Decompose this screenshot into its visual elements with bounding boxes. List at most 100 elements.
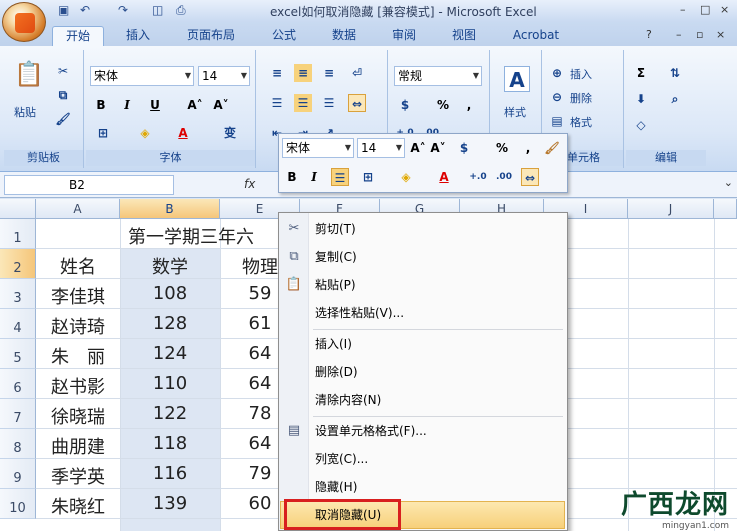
close-button[interactable]: × xyxy=(720,3,729,16)
paste-button[interactable]: 粘贴 xyxy=(14,104,36,120)
styles-icon[interactable]: A xyxy=(504,66,530,92)
mini-percent-button[interactable]: % xyxy=(493,139,511,157)
mini-bold-button[interactable]: B xyxy=(283,168,301,186)
tab-formulas[interactable]: 公式 xyxy=(264,26,304,46)
find-select-icon[interactable]: ⌕ xyxy=(666,90,684,108)
font-size-combo[interactable]: 14 ▼ xyxy=(198,66,250,86)
cell-b[interactable]: 139 xyxy=(120,493,220,514)
mini-shrink-font-icon[interactable]: A˅ xyxy=(429,139,447,157)
undo-icon[interactable]: ↶ xyxy=(80,3,90,19)
minimize-button[interactable]: – xyxy=(680,3,686,16)
tab-view[interactable]: 视图 xyxy=(444,26,484,46)
grow-font-icon[interactable]: A˄ xyxy=(186,96,204,114)
ribbon-close-button[interactable]: × xyxy=(716,28,725,41)
tab-insert[interactable]: 插入 xyxy=(118,26,158,46)
row-header[interactable]: 7 xyxy=(0,399,36,429)
align-middle-icon[interactable]: ≡ xyxy=(294,64,312,82)
tab-page-layout[interactable]: 页面布局 xyxy=(176,26,246,46)
ribbon-minimize-button[interactable]: – xyxy=(676,28,682,41)
italic-button[interactable]: I xyxy=(118,96,136,114)
fill-color-icon[interactable]: ◈ xyxy=(136,124,154,142)
mini-format-painter-icon[interactable]: 🖌 xyxy=(543,139,561,157)
merge-center-icon[interactable]: ⇔ xyxy=(348,94,366,112)
underline-button[interactable]: U xyxy=(146,96,164,114)
mini-size-combo[interactable]: 14 ▼ xyxy=(357,138,405,158)
menu-item-column-width[interactable]: 列宽(C)... xyxy=(315,447,368,471)
preview-icon[interactable]: ◫ xyxy=(152,3,163,19)
row-header[interactable]: 10 xyxy=(0,489,36,519)
row-header[interactable]: 6 xyxy=(0,369,36,399)
font-color-icon[interactable]: A xyxy=(174,124,192,142)
align-bottom-icon[interactable]: ≡ xyxy=(320,64,338,82)
cell-a[interactable]: 朱晓红 xyxy=(36,493,120,519)
mini-font-color-icon[interactable]: A xyxy=(435,168,453,186)
mini-comma-button[interactable]: , xyxy=(519,139,537,157)
cell-b[interactable]: 110 xyxy=(120,373,220,394)
ribbon-restore-button[interactable]: ▫ xyxy=(696,28,703,41)
percent-button[interactable]: % xyxy=(434,96,452,114)
clear-icon[interactable]: ◇ xyxy=(632,116,650,134)
mini-merge-icon[interactable]: ⇔ xyxy=(521,168,539,186)
row-header[interactable]: 1 xyxy=(0,219,36,249)
menu-item-paste-special[interactable]: 选择性粘贴(V)... xyxy=(315,301,404,325)
menu-item-delete[interactable]: 删除(D) xyxy=(315,360,358,384)
save-icon[interactable]: ▣ xyxy=(58,3,69,19)
insert-cells-icon[interactable]: ⊕ xyxy=(548,64,566,82)
mini-center-icon[interactable]: ☰ xyxy=(331,168,349,186)
currency-icon[interactable]: $ xyxy=(396,96,414,114)
office-button[interactable] xyxy=(2,2,46,42)
number-format-combo[interactable]: 常规 ▼ xyxy=(394,66,482,86)
row-header[interactable]: 3 xyxy=(0,279,36,309)
align-center-icon[interactable]: ☰ xyxy=(294,94,312,112)
tab-review[interactable]: 审阅 xyxy=(384,26,424,46)
select-all-corner[interactable] xyxy=(0,199,36,219)
mini-currency-icon[interactable]: $ xyxy=(455,139,473,157)
menu-item-copy[interactable]: 复制(C) xyxy=(315,245,357,269)
cell-b[interactable]: 第一学期三年六 xyxy=(128,223,298,249)
copy-icon[interactable]: ⧉ xyxy=(54,86,72,104)
shrink-font-icon[interactable]: A˅ xyxy=(212,96,230,114)
row-header[interactable]: 9 xyxy=(0,459,36,489)
mini-decrease-decimal-icon[interactable]: .00 xyxy=(495,168,513,186)
format-painter-icon[interactable]: 🖌 xyxy=(54,110,72,128)
mini-font-combo[interactable]: 宋体 ▼ xyxy=(282,138,354,158)
autosum-button[interactable]: Σ xyxy=(632,64,650,82)
name-box[interactable]: B2 xyxy=(4,175,174,195)
delete-button[interactable]: 删除 xyxy=(570,90,592,106)
cut-icon[interactable]: ✂ xyxy=(54,62,72,80)
cell-a[interactable]: 姓名 xyxy=(36,253,120,279)
cell-b[interactable]: 122 xyxy=(120,403,220,424)
column-header-b[interactable]: B xyxy=(120,199,220,219)
mini-increase-decimal-icon[interactable]: +.0 xyxy=(469,168,487,186)
delete-cells-icon[interactable]: ⊖ xyxy=(548,88,566,106)
cell-b[interactable]: 118 xyxy=(120,433,220,454)
redo-icon[interactable]: ↷ xyxy=(118,3,128,19)
print-icon[interactable]: ⎙ xyxy=(176,3,186,19)
row-header[interactable]: 2 xyxy=(0,249,36,279)
cell-b[interactable]: 数学 xyxy=(120,253,220,279)
mini-grow-font-icon[interactable]: A˄ xyxy=(409,139,427,157)
cell-a[interactable]: 徐晓瑞 xyxy=(36,403,120,429)
cell-b[interactable]: 116 xyxy=(120,463,220,484)
align-right-icon[interactable]: ☰ xyxy=(320,94,338,112)
insert-function-button[interactable]: fx xyxy=(244,177,255,191)
column-header-k[interactable] xyxy=(714,199,737,219)
paste-icon[interactable]: 📋 xyxy=(14,56,44,92)
fill-icon[interactable]: ⬇ xyxy=(632,90,650,108)
cell-a[interactable]: 朱 丽 xyxy=(36,343,120,369)
column-header-a[interactable]: A xyxy=(36,199,120,219)
cell-b[interactable]: 108 xyxy=(120,283,220,304)
help-icon[interactable]: ? xyxy=(646,28,652,41)
column-header-j[interactable]: J xyxy=(628,199,714,219)
mini-fill-color-icon[interactable]: ◈ xyxy=(397,168,415,186)
row-header[interactable]: 4 xyxy=(0,309,36,339)
menu-item-clear-contents[interactable]: 清除内容(N) xyxy=(315,388,381,412)
phonetic-button[interactable]: 变 xyxy=(216,124,244,142)
menu-item-hide[interactable]: 隐藏(H) xyxy=(315,475,357,499)
mini-borders-icon[interactable]: ⊞ xyxy=(359,168,377,186)
row-header[interactable]: 5 xyxy=(0,339,36,369)
align-top-icon[interactable]: ≡ xyxy=(268,64,286,82)
cell-b[interactable]: 128 xyxy=(120,313,220,334)
sort-filter-icon[interactable]: ⇅ xyxy=(666,64,684,82)
maximize-button[interactable]: □ xyxy=(700,3,710,16)
